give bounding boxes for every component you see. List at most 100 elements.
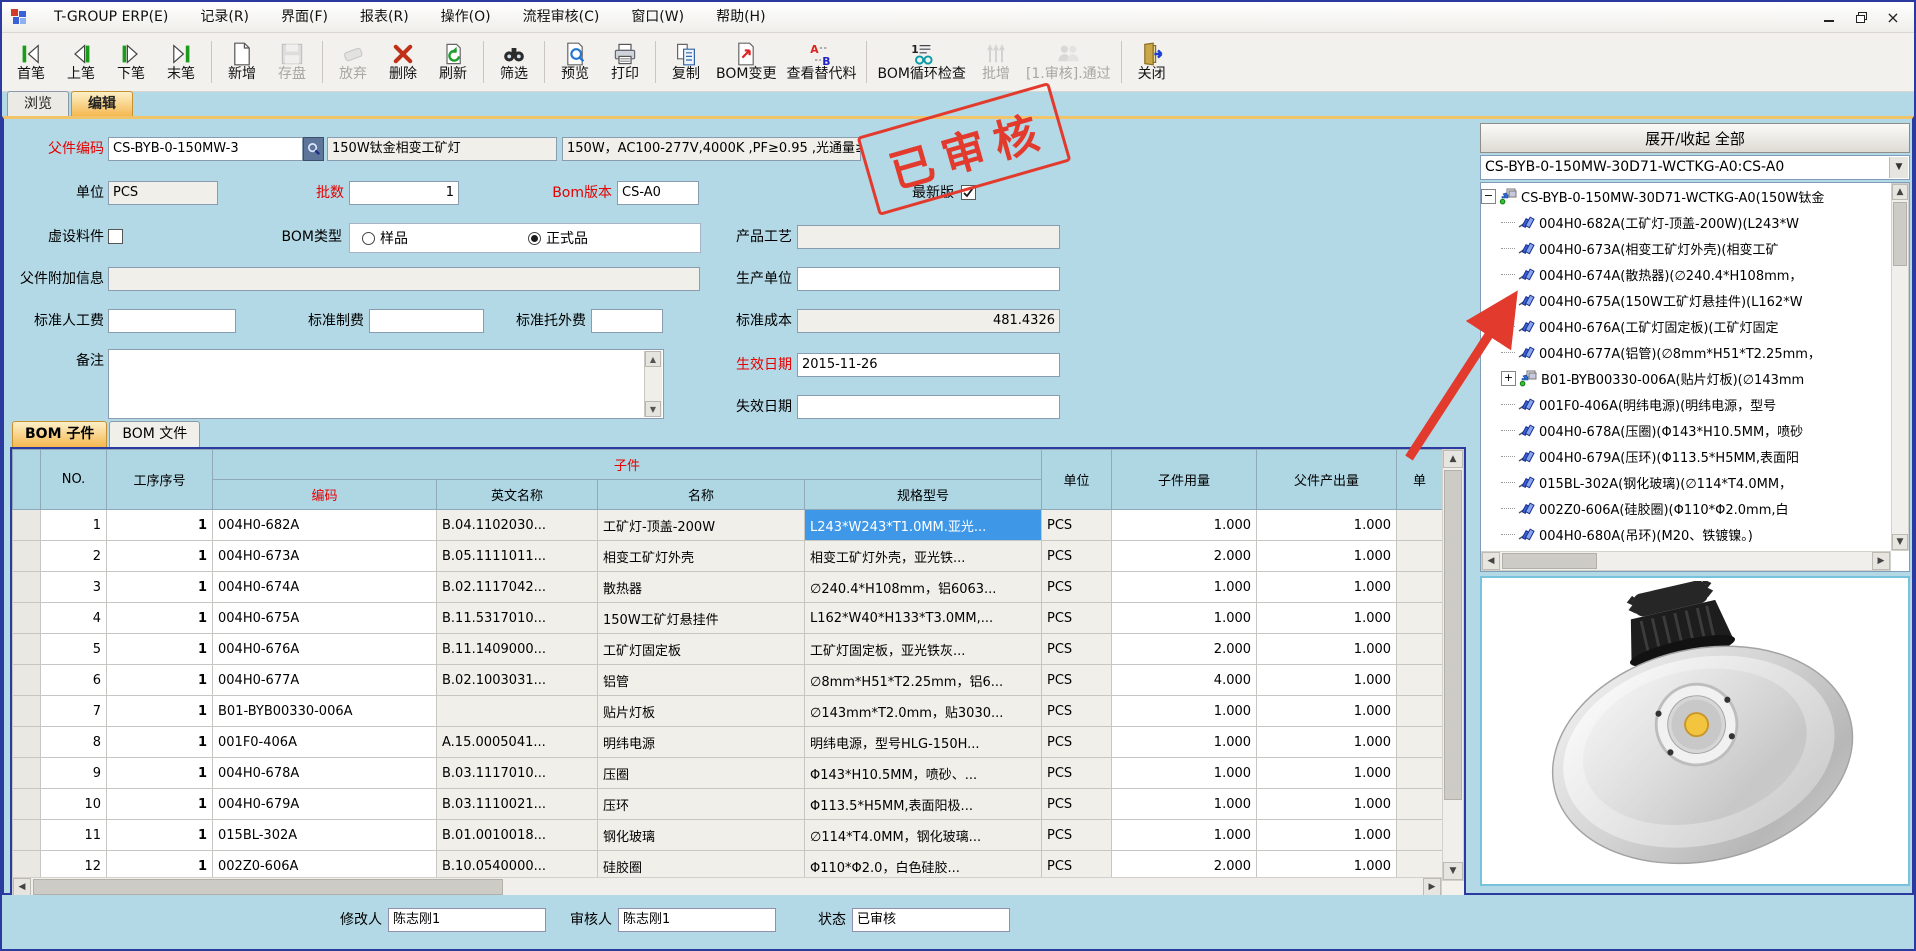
col-qty[interactable]: 子件用量 <box>1112 450 1257 510</box>
toolbar-button-next[interactable]: 下笔 <box>106 33 156 91</box>
scroll-down-icon[interactable]: ▼ <box>1892 534 1908 550</box>
col-unit[interactable]: 单位 <box>1042 450 1112 510</box>
row-selector[interactable] <box>13 851 41 878</box>
menu-item-2[interactable]: 界面(F) <box>265 2 344 32</box>
phantom-checkbox[interactable] <box>108 229 123 244</box>
mfg-cost-field[interactable] <box>369 309 484 333</box>
spec-cell[interactable]: 相变工矿灯外壳，亚光铁... <box>805 541 1042 572</box>
labor-cost-field[interactable] <box>108 309 236 333</box>
parent-code-field[interactable]: CS-BYB-0-150MW-3 <box>108 137 303 161</box>
table-row[interactable]: 2 1 004H0-673A B.05.1111011... 相变工矿灯外壳 相… <box>13 541 1443 572</box>
row-selector[interactable] <box>13 572 41 603</box>
spec-cell[interactable]: Φ113.5*H5MM,表面阳极... <box>805 789 1042 820</box>
spec-cell[interactable]: ∅143mm*T2.0mm，贴3030... <box>805 696 1042 727</box>
menu-item-5[interactable]: 流程审核(C) <box>507 2 616 32</box>
spec-cell[interactable]: 工矿灯固定板，亚光铁灰... <box>805 634 1042 665</box>
col-more[interactable]: 单 <box>1397 450 1442 510</box>
toolbar-button-approve[interactable]: [1.审核].通过 <box>1021 33 1116 91</box>
menu-item-6[interactable]: 窗口(W) <box>615 2 700 32</box>
tree-item[interactable]: 015BL-302A(钢化玻璃)(∅114*T4.0MM， <box>1481 469 1891 495</box>
toolbar-button-bomchange[interactable]: BOM变更 <box>711 33 781 91</box>
table-vscroll-thumb[interactable] <box>1444 470 1462 800</box>
toolbar-button-discard[interactable]: 放弃 <box>328 33 378 91</box>
scroll-down-icon[interactable]: ▼ <box>1443 862 1463 880</box>
row-selector[interactable] <box>13 634 41 665</box>
tree-item[interactable]: 004H0-677A(铝管)(∅8mm*H51*T2.25mm， <box>1481 339 1891 365</box>
scroll-up-icon[interactable]: ▲ <box>1892 184 1908 200</box>
toolbar-button-subst[interactable]: AB 查看替代料 <box>781 33 861 91</box>
spec-cell[interactable]: L162*W40*H133*T3.0MM,... <box>805 603 1042 634</box>
tree-horizontal-scrollbar[interactable]: ◀ ▶ <box>1481 551 1891 571</box>
row-selector[interactable] <box>13 541 41 572</box>
bom-version-field[interactable]: CS-A0 <box>617 181 699 205</box>
tree-item[interactable]: 001F0-406A(明纬电源)(明纬电源，型号 <box>1481 391 1891 417</box>
expand-collapse-all-button[interactable]: 展开/收起 全部 <box>1480 123 1910 153</box>
table-row[interactable]: 10 1 004H0-679A B.03.1110021... 压环 Φ113.… <box>13 789 1443 820</box>
tree-item[interactable]: + B01-BYB00330-006A(贴片灯板)(∅143mm <box>1481 365 1891 391</box>
parent-code-lookup-button[interactable] <box>303 137 324 161</box>
expand-icon[interactable]: + <box>1501 371 1516 386</box>
col-name[interactable]: 名称 <box>598 480 805 510</box>
scroll-left-icon[interactable]: ◀ <box>13 878 31 896</box>
table-row[interactable]: 3 1 004H0-674A B.02.1117042... 散热器 ∅240.… <box>13 572 1443 603</box>
bom-type-sample-radio[interactable]: 样品 <box>362 228 408 248</box>
toolbar-button-prev[interactable]: 上笔 <box>56 33 106 91</box>
row-selector[interactable] <box>13 665 41 696</box>
scroll-up-icon[interactable]: ▲ <box>645 351 661 367</box>
col-en-name[interactable]: 英文名称 <box>437 480 598 510</box>
extra-info-field[interactable] <box>108 267 700 291</box>
col-parent-qty[interactable]: 父件产出量 <box>1257 450 1397 510</box>
scroll-right-icon[interactable]: ▶ <box>1872 552 1890 570</box>
menu-item-0[interactable]: T-GROUP ERP(E) <box>38 2 184 32</box>
tab-bom-files[interactable]: BOM 文件 <box>109 421 200 447</box>
table-row[interactable]: 9 1 004H0-678A B.03.1117010... 压圈 Φ143*H… <box>13 758 1443 789</box>
scroll-right-icon[interactable]: ▶ <box>1423 878 1441 896</box>
bom-type-formal-radio[interactable]: 正式品 <box>528 228 588 248</box>
tree-item[interactable]: 004H0-676A(工矿灯固定板)(工矿灯固定 <box>1481 313 1891 339</box>
row-selector[interactable] <box>13 758 41 789</box>
toolbar-button-last[interactable]: 末笔 <box>156 33 206 91</box>
scroll-left-icon[interactable]: ◀ <box>1482 552 1500 570</box>
tree-item[interactable]: 004H0-675A(150W工矿灯悬挂件)(L162*W <box>1481 287 1891 313</box>
toolbar-button-del[interactable]: 删除 <box>378 33 428 91</box>
tree-item[interactable]: 004H0-682A(工矿灯-顶盖-200W)(L243*W <box>1481 209 1891 235</box>
expire-date-field[interactable] <box>797 395 1060 419</box>
bom-version-dropdown[interactable]: CS-BYB-0-150MW-30D71-WCTKG-A0:CS-A0 ▼ <box>1480 155 1910 180</box>
scroll-down-icon[interactable]: ▼ <box>645 401 661 417</box>
table-row[interactable]: 1 1 004H0-682A B.04.1102030... 工矿灯-顶盖-20… <box>13 510 1443 541</box>
table-row[interactable]: 7 1 B01-BYB00330-006A 贴片灯板 ∅143mm*T2.0mm… <box>13 696 1443 727</box>
spec-cell[interactable]: ∅114*T4.0MM，钢化玻璃... <box>805 820 1042 851</box>
tree-item[interactable]: 004H0-678A(压圈)(Φ143*H10.5MM，喷砂 <box>1481 417 1891 443</box>
effective-date-field[interactable]: 2015-11-26 <box>797 353 1060 377</box>
outsource-cost-field[interactable] <box>591 309 663 333</box>
spec-cell[interactable]: ∅8mm*H51*T2.25mm，铝6... <box>805 665 1042 696</box>
table-row[interactable]: 11 1 015BL-302A B.01.0010018... 钢化玻璃 ∅11… <box>13 820 1443 851</box>
batch-field[interactable]: 1 <box>349 181 459 205</box>
minimize-button[interactable] <box>1820 9 1838 25</box>
tree-item[interactable]: 004H0-673A(相变工矿灯外壳)(相变工矿 <box>1481 235 1891 261</box>
col-spec[interactable]: 规格型号 <box>805 480 1042 510</box>
restore-button[interactable] <box>1852 9 1870 25</box>
remark-scrollbar[interactable]: ▲ ▼ <box>644 351 662 417</box>
toolbar-button-add[interactable]: 新增 <box>217 33 267 91</box>
tree-vscroll-thumb[interactable] <box>1893 202 1907 266</box>
menu-item-4[interactable]: 操作(O) <box>425 2 507 32</box>
row-selector[interactable] <box>13 727 41 758</box>
toolbar-button-copy[interactable]: 复制 <box>661 33 711 91</box>
chevron-down-icon[interactable]: ▼ <box>1889 157 1908 178</box>
row-selector[interactable] <box>13 820 41 851</box>
table-row[interactable]: 8 1 001F0-406A A.15.0005041... 明纬电源 明纬电源… <box>13 727 1443 758</box>
col-seq[interactable]: 工序序号 <box>107 450 213 510</box>
col-no[interactable]: NO. <box>41 450 107 510</box>
menu-item-1[interactable]: 记录(R) <box>184 2 265 32</box>
toolbar-button-filter[interactable]: 筛选 <box>489 33 539 91</box>
tab-browse[interactable]: 浏览 <box>7 91 69 116</box>
spec-cell[interactable]: ∅240.4*H108mm，铝6063... <box>805 572 1042 603</box>
collapse-icon[interactable]: − <box>1481 189 1496 204</box>
toolbar-button-bomcheck[interactable]: 1 BOM循环检查 <box>872 33 970 91</box>
tree-vertical-scrollbar[interactable]: ▲ ▼ <box>1891 183 1909 551</box>
tree-item[interactable]: 004H0-679A(压环)(Φ113.5*H5MM,表面阳 <box>1481 443 1891 469</box>
tab-bom-children[interactable]: BOM 子件 <box>12 421 107 447</box>
toolbar-button-print[interactable]: 打印 <box>600 33 650 91</box>
table-row[interactable]: 4 1 004H0-675A B.11.5317010... 150W工矿灯悬挂… <box>13 603 1443 634</box>
